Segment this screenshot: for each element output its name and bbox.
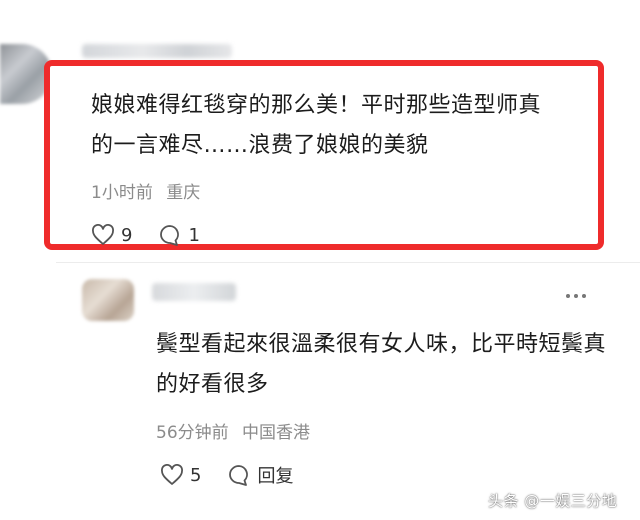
comment-actions: 9 1 — [91, 224, 226, 246]
watermark: 头条 @一娱三分地 — [488, 492, 618, 510]
heart-icon — [92, 224, 114, 245]
reply-like-count: 5 — [190, 464, 202, 486]
reply-count-button[interactable]: 1 — [158, 224, 200, 246]
divider — [56, 262, 640, 263]
reply-label: 回复 — [257, 466, 294, 487]
comment-text: 娘娘难得红毯穿的那么美！平时那些造型师真的一言难尽……浪费了娘娘的美貌 — [91, 93, 542, 158]
reply-count: 1 — [188, 224, 200, 246]
commenter-name-blurred[interactable] — [82, 44, 232, 58]
comment-time: 1小时前 — [91, 183, 153, 203]
reply-text: 鬓型看起來很溫柔很有女人味，比平時短鬓真的好看很多 — [156, 332, 607, 397]
like-button[interactable]: 9 — [91, 224, 132, 246]
like-count: 9 — [121, 224, 133, 246]
more-options-button[interactable] — [566, 294, 586, 298]
more-dots-icon — [582, 294, 586, 298]
reply-like-button[interactable]: 5 — [160, 464, 201, 486]
replier-avatar[interactable] — [82, 279, 134, 321]
heart-icon — [161, 464, 183, 485]
comment-bubble-icon — [160, 225, 180, 246]
reply-actions: 5 回复 — [160, 462, 319, 488]
reply-location: 中国香港 — [242, 423, 311, 443]
comment-thread: 娘娘难得红毯穿的那么美！平时那些造型师真的一言难尽……浪费了娘娘的美貌 1小时前… — [0, 0, 640, 520]
reply-meta: 56分钟前 中国香港 — [156, 418, 310, 443]
replier-name-blurred[interactable] — [152, 283, 236, 301]
more-dots-icon — [566, 294, 570, 298]
reply-time: 56分钟前 — [156, 423, 229, 443]
comment-location: 重庆 — [166, 183, 201, 203]
comment-bubble-icon — [229, 465, 249, 486]
more-dots-icon — [574, 294, 578, 298]
comment-meta: 1小时前 重庆 — [91, 178, 200, 203]
reply-reply-button[interactable]: 回复 — [227, 462, 293, 488]
